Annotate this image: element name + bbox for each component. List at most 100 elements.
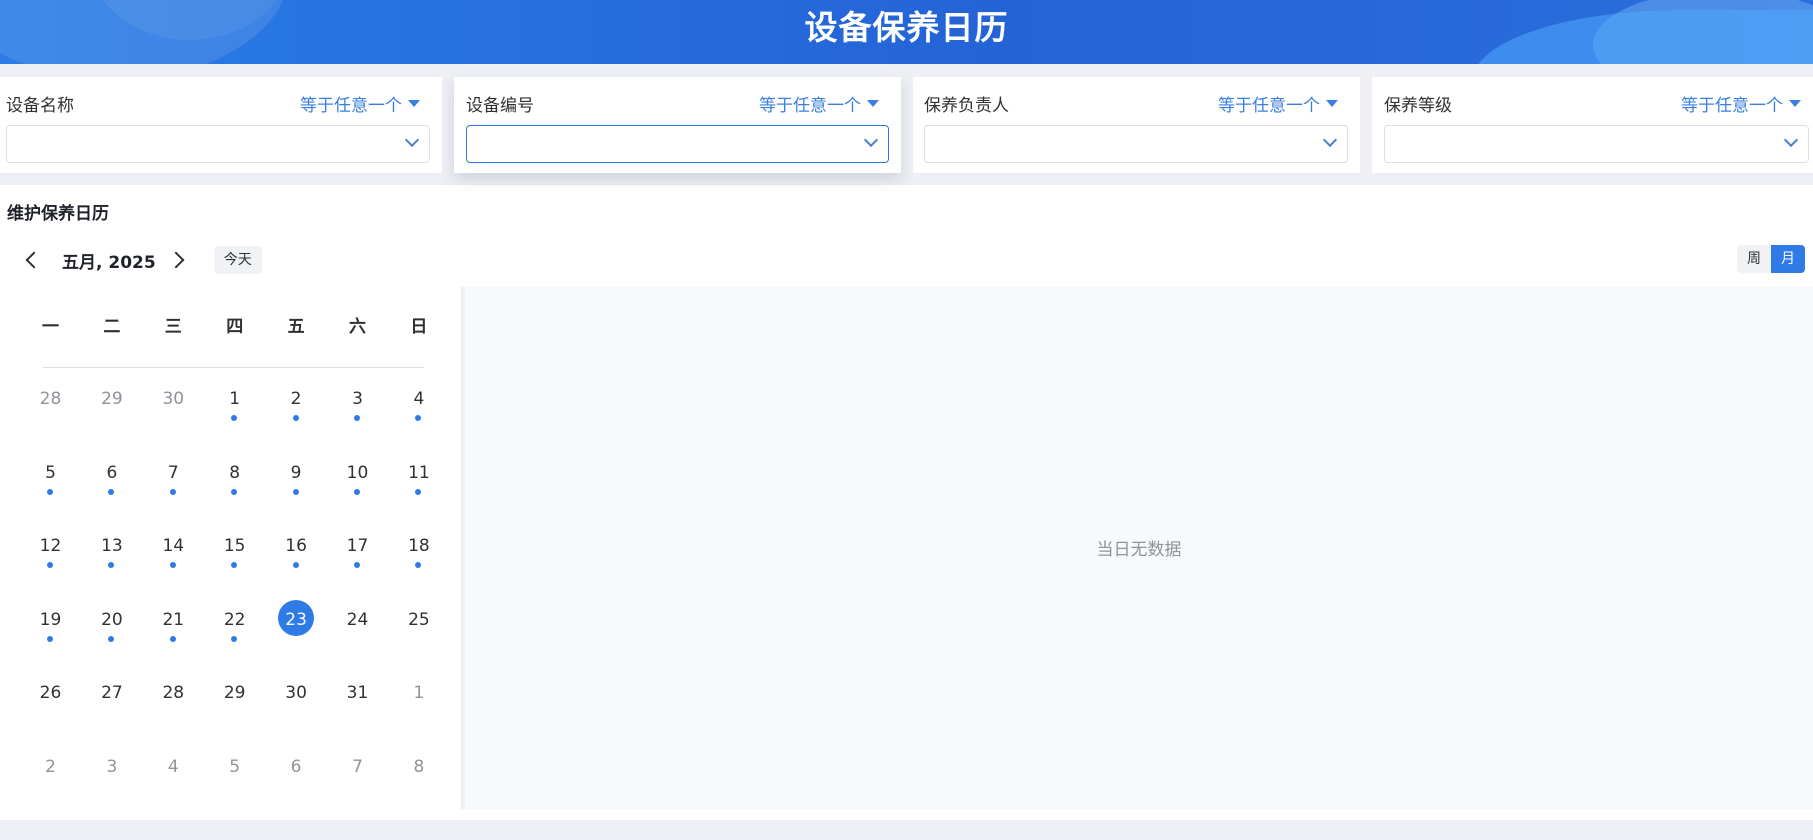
- filter-operator-dropdown[interactable]: 等于任意一个: [300, 91, 420, 116]
- calendar-day[interactable]: 30: [266, 663, 327, 736]
- day-number: 6: [290, 756, 302, 777]
- maintenance-level-select[interactable]: [1384, 125, 1809, 163]
- view-toggle: 周 月: [1737, 245, 1805, 273]
- day-number: 22: [223, 609, 246, 630]
- calendar-day[interactable]: 20: [81, 590, 142, 663]
- calendar-day[interactable]: 6: [81, 443, 142, 516]
- calendar-day[interactable]: 6: [266, 737, 327, 810]
- equipment-name-select[interactable]: [6, 125, 430, 163]
- calendar-day[interactable]: 13: [81, 516, 142, 589]
- calendar-day[interactable]: 26: [20, 663, 81, 736]
- next-month-icon[interactable]: [167, 251, 185, 269]
- event-dot-icon: [108, 635, 115, 642]
- day-number: 29: [101, 389, 123, 409]
- day-number: 23: [285, 609, 307, 630]
- calendar-day[interactable]: 4: [388, 369, 449, 442]
- day-number: 30: [162, 389, 185, 409]
- event-dot-icon: [47, 488, 53, 495]
- day-number: 20: [101, 609, 123, 630]
- week-view-button[interactable]: 周: [1737, 245, 1771, 273]
- calendar-day[interactable]: 1: [388, 663, 449, 736]
- calendar-day[interactable]: 1: [204, 369, 265, 442]
- month-view-button[interactable]: 月: [1771, 245, 1805, 273]
- calendar-day[interactable]: 3: [327, 369, 388, 442]
- calendar-day[interactable]: 30: [143, 369, 204, 442]
- calendar-day[interactable]: 8: [204, 443, 265, 516]
- calendar-day[interactable]: 21: [143, 590, 204, 663]
- calendar-day[interactable]: 7: [143, 443, 204, 516]
- calendar-day[interactable]: 14: [143, 516, 204, 589]
- filter-operator-label: 等于任意一个: [759, 96, 861, 116]
- event-dot-icon: [47, 562, 53, 568]
- calendar-day[interactable]: 19: [20, 590, 81, 663]
- caret-down-icon: [408, 100, 420, 107]
- event-dot-icon: [231, 488, 238, 495]
- calendar-day[interactable]: 25: [388, 590, 449, 663]
- calendar-day[interactable]: 22: [204, 590, 265, 663]
- calendar-day[interactable]: 27: [81, 663, 142, 736]
- filter-maintenance-owner: 保养负责人 等于任意一个: [913, 77, 1360, 173]
- day-number: 4: [167, 756, 179, 777]
- calendar-day[interactable]: 2: [20, 737, 81, 810]
- today-button[interactable]: 今天: [213, 246, 262, 274]
- equipment-code-select[interactable]: [466, 125, 889, 163]
- weekday-header: 一二三四五六日: [20, 287, 450, 369]
- filter-equipment-name: 设备名称 等于任意一个: [0, 77, 442, 173]
- calendar-day[interactable]: 16: [266, 516, 327, 589]
- filter-label: 保养等级: [1384, 96, 1452, 116]
- prev-month-icon[interactable]: [25, 251, 43, 269]
- day-number: 8: [413, 756, 425, 777]
- calendar-day[interactable]: 10: [327, 443, 388, 516]
- calendar-day[interactable]: 29: [204, 663, 265, 736]
- day-number: 19: [39, 609, 62, 630]
- day-number: 7: [167, 462, 179, 483]
- filter-operator-dropdown[interactable]: 等于任意一个: [1218, 91, 1338, 116]
- calendar-day[interactable]: 31: [327, 663, 388, 736]
- event-dot-icon: [108, 562, 115, 568]
- day-number: 1: [229, 389, 241, 409]
- filter-operator-dropdown[interactable]: 等于任意一个: [759, 91, 879, 116]
- calendar-day[interactable]: 2: [266, 369, 327, 442]
- chevron-down-icon: [404, 132, 420, 148]
- empty-state-text: 当日无数据: [1096, 540, 1182, 560]
- calendar-day[interactable]: 4: [143, 737, 204, 810]
- day-number: 17: [346, 536, 369, 556]
- calendar-day[interactable]: 15: [204, 516, 265, 589]
- day-number: 15: [223, 536, 246, 556]
- calendar-day[interactable]: 29: [81, 369, 142, 442]
- chevron-down-icon: [1322, 132, 1338, 148]
- day-detail-panel: 当日无数据: [465, 287, 1813, 809]
- calendar-day-selected[interactable]: 23: [266, 590, 327, 663]
- filter-maintenance-level: 保养等级 等于任意一个: [1372, 77, 1813, 173]
- calendar-day[interactable]: 18: [388, 516, 449, 589]
- calendar-day[interactable]: 9: [266, 443, 327, 516]
- day-number: 25: [408, 609, 430, 630]
- calendar-day[interactable]: 7: [327, 737, 388, 810]
- day-number: 27: [101, 683, 123, 703]
- calendar-day[interactable]: 3: [81, 737, 142, 810]
- calendar-day[interactable]: 5: [204, 737, 265, 810]
- calendar-day[interactable]: 5: [20, 443, 81, 516]
- day-number: 8: [229, 462, 241, 483]
- calendar-day[interactable]: 8: [388, 737, 449, 810]
- maintenance-owner-select[interactable]: [924, 125, 1348, 163]
- calendar-day[interactable]: 28: [143, 663, 204, 736]
- calendar-day[interactable]: 12: [20, 516, 81, 589]
- day-number: 11: [408, 462, 430, 483]
- day-number: 29: [223, 683, 246, 703]
- calendar-day[interactable]: 11: [388, 443, 449, 516]
- filter-operator-dropdown[interactable]: 等于任意一个: [1681, 91, 1801, 116]
- caret-down-icon: [1326, 100, 1338, 107]
- calendar-day[interactable]: 17: [327, 516, 388, 589]
- day-number: 14: [162, 536, 185, 556]
- event-dot-icon: [292, 415, 299, 421]
- event-dot-icon: [292, 562, 299, 568]
- calendar-day[interactable]: 28: [20, 369, 81, 442]
- event-dot-icon: [231, 635, 238, 642]
- calendar-day[interactable]: 24: [327, 590, 388, 663]
- weekday-label: 二: [103, 317, 121, 337]
- day-number: 28: [39, 389, 62, 409]
- filter-equipment-code: 设备编号 等于任意一个: [454, 77, 901, 173]
- filter-label: 保养负责人: [924, 96, 1009, 116]
- day-number: 26: [39, 683, 62, 703]
